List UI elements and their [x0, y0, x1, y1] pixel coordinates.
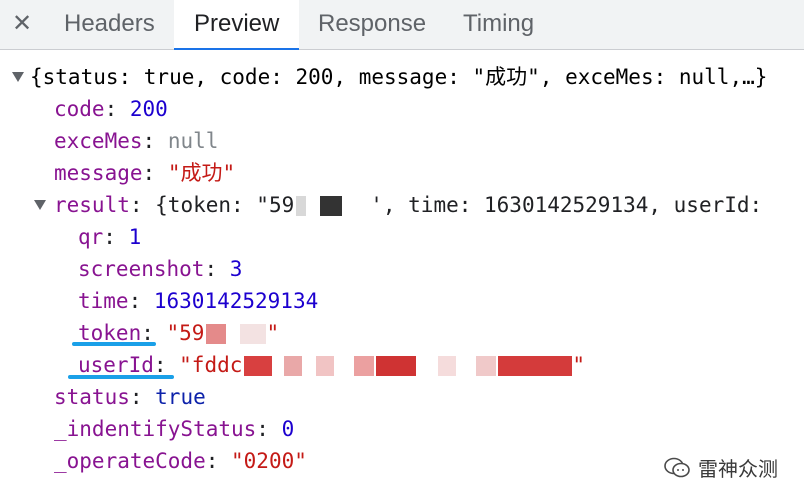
token-underline: [72, 342, 156, 346]
value-qr: 1: [128, 225, 142, 249]
key-userid: userId: [78, 353, 154, 377]
value-token-end: ": [266, 321, 280, 345]
redaction-mark: [498, 356, 573, 376]
close-icon[interactable]: ✕: [12, 9, 32, 39]
redaction-mark: [296, 196, 307, 216]
expand-triangle-icon[interactable]: [12, 72, 24, 82]
chat-bubble-icon: [664, 457, 690, 477]
redaction-mark: [206, 324, 227, 344]
redaction-mark: [438, 356, 457, 376]
tab-timing[interactable]: Timing: [443, 0, 554, 50]
value-message: "成功": [167, 161, 236, 185]
code-row: code: 200: [54, 97, 168, 121]
redaction-mark: [376, 356, 417, 376]
key-result: result: [54, 193, 130, 217]
result-summary-start: {token: "59: [155, 193, 295, 217]
tab-preview[interactable]: Preview: [174, 0, 300, 50]
value-screenshot: 3: [229, 257, 243, 281]
value-time: 1630142529134: [153, 289, 319, 313]
key-qr: qr: [78, 225, 104, 249]
redaction-mark: [240, 324, 267, 344]
key-status: status: [54, 385, 130, 409]
value-excemes: null: [167, 129, 219, 153]
value-operate-code: "0200": [231, 449, 307, 473]
value-token-start: "59: [166, 321, 205, 345]
root-object-summary[interactable]: {status: true, code: 200, message: "成功",…: [30, 61, 767, 93]
value-userid-end: ": [572, 353, 586, 377]
operate-code-row: _operateCode: "0200": [54, 449, 307, 473]
key-time: time: [78, 289, 129, 313]
value-userid-start: "fddc: [179, 353, 243, 377]
tab-headers[interactable]: Headers: [44, 0, 175, 50]
watermark-text: 雷神众测: [698, 457, 778, 481]
excemes-row: exceMes: null: [54, 129, 219, 153]
redaction-mark: [284, 356, 303, 376]
key-indentify-status: _indentifyStatus: [54, 417, 257, 441]
watermark: 雷神众测: [664, 453, 778, 482]
message-row: message: "成功": [54, 161, 236, 185]
expand-triangle-icon[interactable]: [34, 200, 46, 210]
key-code: code: [54, 97, 105, 121]
key-screenshot: screenshot: [78, 257, 205, 281]
result-summary-end: ', time: 1630142529134, userId:: [370, 193, 763, 217]
redaction-mark: [244, 356, 273, 376]
value-status: true: [155, 385, 206, 409]
redaction-mark: [344, 196, 371, 216]
time-row: time: 1630142529134: [78, 289, 319, 313]
key-message: message: [54, 161, 143, 185]
tab-response[interactable]: Response: [298, 0, 446, 50]
redaction-mark: [320, 196, 343, 216]
result-row[interactable]: result: {token: "59 ', time: 163014252913…: [54, 189, 762, 221]
key-excemes: exceMes: [54, 129, 143, 153]
value-indentify-status: 0: [281, 417, 295, 441]
redaction-mark: [354, 356, 375, 376]
redaction-mark: [476, 356, 497, 376]
status-row: status: true: [54, 385, 206, 409]
indentify-status-row: _indentifyStatus: 0: [54, 417, 295, 441]
value-code: 200: [129, 97, 168, 121]
redaction-mark: [316, 356, 335, 376]
qr-row: qr: 1: [78, 225, 142, 249]
json-preview: {status: true, code: 200, message: "成功",…: [0, 50, 804, 504]
screenshot-row: screenshot: 3: [78, 257, 243, 281]
userid-underline: [68, 375, 174, 379]
key-operate-code: _operateCode: [54, 449, 206, 473]
devtools-tabbar: ✕ Headers Preview Response Timing: [0, 0, 804, 50]
